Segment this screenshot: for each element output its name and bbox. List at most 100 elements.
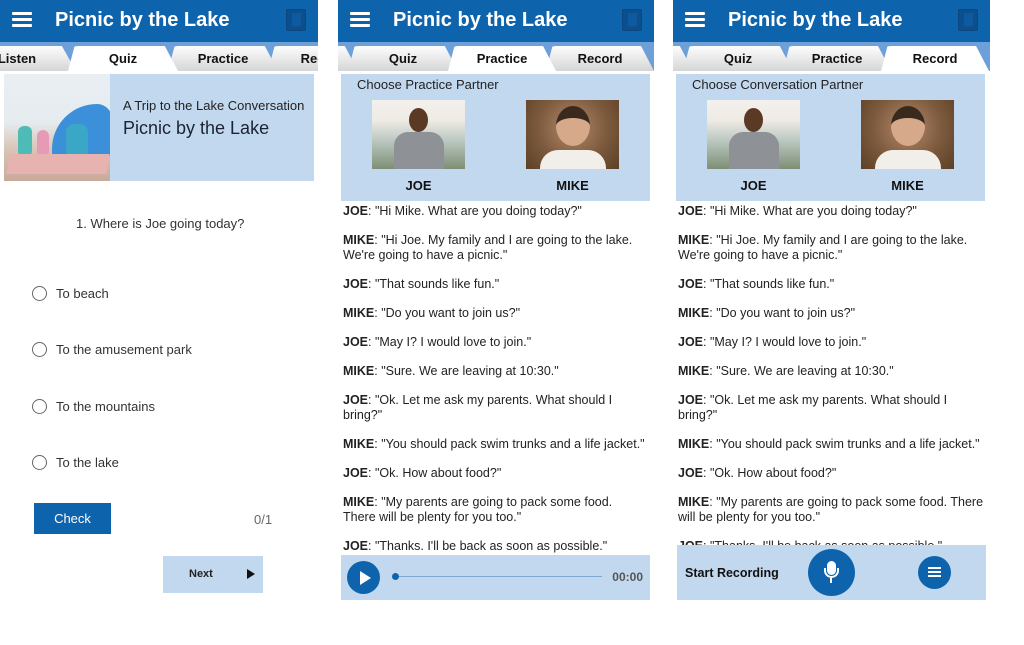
tab-listen[interactable]: Listen: [0, 46, 76, 71]
tab-bar: Quiz Practice Record: [673, 42, 990, 71]
book-icon[interactable]: [286, 9, 306, 31]
record-content: Choose Conversation Partner JOE MIKE JOE…: [673, 71, 990, 645]
radio-button[interactable]: [32, 341, 47, 357]
audio-player: 00:00: [341, 555, 650, 600]
tab-practice[interactable]: Practice: [783, 46, 891, 71]
line-text: : "That sounds like fun.": [368, 277, 500, 291]
tab-practice[interactable]: Practice: [168, 46, 278, 71]
dialogue-line: JOE: "Ok. How about food?": [343, 466, 648, 481]
radio-button[interactable]: [32, 285, 47, 301]
partner-photo: [372, 100, 465, 169]
book-icon[interactable]: [622, 9, 642, 31]
tab-label: Record: [300, 51, 318, 66]
partner-chooser: Choose Practice Partner JOE MIKE: [341, 74, 650, 201]
record-screen: Picnic by the Lake Quiz Practice Record …: [673, 0, 990, 645]
dialogue-line: MIKE: "Hi Joe. My family and I are going…: [343, 233, 648, 263]
score-counter: 0/1: [254, 512, 273, 527]
answer-option[interactable]: To the amusement park: [32, 339, 192, 359]
tab-quiz[interactable]: Quiz: [68, 46, 178, 71]
hamburger-menu-icon[interactable]: [12, 11, 32, 29]
playback-time: 00:00: [612, 570, 643, 584]
option-label: To the lake: [56, 454, 119, 470]
hamburger-menu-icon[interactable]: [350, 11, 370, 29]
partner-mike[interactable]: MIKE: [526, 100, 619, 193]
dialogue-line: JOE: "Ok. Let me ask my parents. What sh…: [343, 393, 648, 423]
speaker: JOE: [343, 539, 369, 553]
tab-quiz[interactable]: Quiz: [683, 46, 793, 71]
option-label: To beach: [56, 285, 109, 301]
line-text: : "Ok. Let me ask my parents. What shoul…: [343, 393, 613, 422]
tab-record[interactable]: Record: [546, 46, 654, 71]
dialogue-line: MIKE: "Do you want to join us?": [678, 306, 984, 321]
line-text: : "Sure. We are leaving at 10:30.": [709, 364, 894, 378]
partner-mike[interactable]: MIKE: [861, 100, 954, 193]
dialogue-line: JOE: "Ok. How about food?": [678, 466, 984, 481]
line-text: : "May I? I would love to join.": [368, 335, 532, 349]
answer-option[interactable]: To the mountains: [32, 396, 155, 416]
dialogue-line: JOE: "Hi Mike. What are you doing today?…: [678, 204, 984, 219]
dialogue-line: MIKE: "You should pack swim trunks and a…: [343, 437, 648, 452]
practice-screen: Picnic by the Lake Quiz Practice Record …: [338, 0, 654, 645]
hamburger-menu-icon[interactable]: [685, 11, 705, 29]
seek-thumb[interactable]: [392, 573, 399, 580]
dialogue-line: MIKE: "Sure. We are leaving at 10:30.": [678, 364, 984, 379]
speaker: JOE: [678, 335, 704, 349]
radio-button[interactable]: [32, 454, 47, 470]
speaker: JOE: [343, 277, 369, 291]
speaker: MIKE: [343, 233, 375, 247]
speaker: MIKE: [678, 495, 710, 509]
tab-bar: Listen Quiz Practice Record: [0, 42, 318, 71]
practice-content: Choose Practice Partner JOE MIKE JOE: "H…: [338, 71, 654, 645]
dialogue-line: JOE: "May I? I would love to join.": [678, 335, 984, 350]
tab-record[interactable]: Record: [268, 46, 318, 71]
line-text: : "Hi Joe. My family and I are going to …: [343, 233, 633, 262]
tab-label: Record: [912, 51, 958, 66]
answer-option[interactable]: To beach: [32, 283, 109, 303]
speaker: MIKE: [678, 306, 710, 320]
speaker: JOE: [678, 466, 704, 480]
tab-label: Record: [577, 51, 623, 66]
transcript-scroll[interactable]: JOE: "Hi Mike. What are you doing today?…: [673, 204, 990, 545]
tab-label: Practice: [197, 51, 249, 66]
dialogue-line: MIKE: "My parents are going to pack some…: [343, 495, 648, 525]
speaker: MIKE: [678, 437, 710, 451]
seek-bar[interactable]: [394, 576, 602, 577]
speaker: MIKE: [678, 364, 710, 378]
microphone-icon[interactable]: [808, 549, 855, 596]
tab-quiz[interactable]: Quiz: [348, 46, 458, 71]
app-title: Picnic by the Lake: [55, 9, 230, 31]
tab-label: Quiz: [388, 51, 418, 66]
speaker: MIKE: [343, 364, 375, 378]
speaker: MIKE: [678, 233, 710, 247]
dialogue-line: MIKE: "You should pack swim trunks and a…: [678, 437, 984, 452]
dialogue-transcript: JOE: "Hi Mike. What are you doing today?…: [343, 204, 648, 568]
partner-name: JOE: [740, 178, 767, 193]
play-button-icon[interactable]: [347, 561, 380, 594]
tab-label: Practice: [811, 51, 863, 66]
line-text: : "You should pack swim trunks and a lif…: [374, 437, 645, 451]
tab-label: Quiz: [108, 51, 138, 66]
dialogue-line: MIKE: "Hi Joe. My family and I are going…: [678, 233, 984, 263]
quiz-content: A Trip to the Lake Conversation Picnic b…: [0, 71, 318, 645]
line-text: : "Hi Mike. What are you doing today?": [368, 204, 582, 218]
line-text: : "Ok. How about food?": [368, 466, 502, 480]
answer-option[interactable]: To the lake: [32, 452, 119, 472]
check-button[interactable]: Check: [34, 503, 111, 534]
option-label: To the amusement park: [56, 341, 192, 357]
book-icon[interactable]: [958, 9, 978, 31]
partner-joe[interactable]: JOE: [372, 100, 465, 193]
dialogue-line: JOE: "That sounds like fun.": [678, 277, 984, 292]
partner-chooser: Choose Conversation Partner JOE MIKE: [676, 74, 985, 201]
tab-record[interactable]: Record: [881, 46, 989, 71]
next-button[interactable]: Next: [163, 556, 263, 593]
tab-practice[interactable]: Practice: [448, 46, 556, 71]
radio-button[interactable]: [32, 398, 47, 414]
option-label: To the mountains: [56, 398, 156, 414]
start-recording-label[interactable]: Start Recording: [685, 566, 779, 580]
speaker: JOE: [678, 277, 704, 291]
lesson-title: Picnic by the Lake: [123, 118, 270, 138]
partner-joe[interactable]: JOE: [707, 100, 800, 193]
list-menu-icon[interactable]: [918, 556, 951, 589]
speaker: JOE: [343, 204, 369, 218]
quiz-question: 1. Where is Joe going today?: [76, 216, 245, 231]
